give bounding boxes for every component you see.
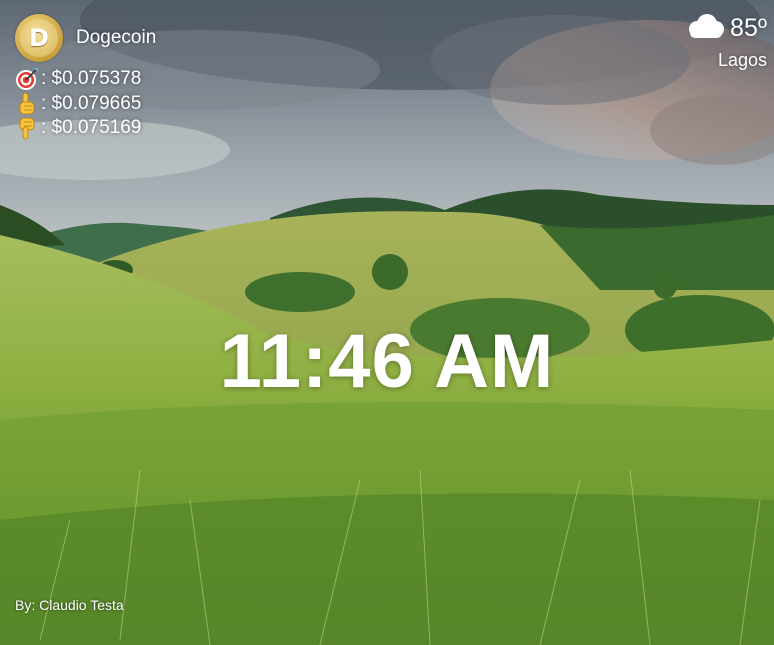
new-tab-dashboard: D Dogecoin : $0.075378: $0.079665: $0.… (0, 0, 774, 645)
cloud-icon (684, 13, 726, 44)
weather-widget[interactable]: 85º Lagos (684, 13, 767, 71)
temperature: 85º (730, 14, 767, 42)
hand-down-icon (15, 116, 39, 140)
dogecoin-logo-icon[interactable]: D (15, 14, 63, 62)
high-price-row: : $0.079665 (15, 92, 156, 117)
target-icon (15, 67, 39, 91)
high-price: : $0.079665 (41, 92, 142, 114)
current-price: : $0.075378 (41, 68, 142, 90)
low-price: : $0.075169 (41, 117, 142, 139)
hand-up-icon (15, 92, 39, 116)
price-list: : $0.075378 : $0.079665: $0.075169 (15, 67, 156, 141)
coin-name[interactable]: Dogecoin (76, 27, 156, 49)
weather-summary: 85º (684, 13, 767, 44)
dogecoin-symbol: D (20, 19, 58, 57)
city-name: Lagos (717, 50, 767, 70)
low-price-row: : $0.075169 (15, 116, 156, 141)
crypto-widget: D Dogecoin : $0.075378: $0.079665: $0.… (15, 14, 156, 141)
photo-credit[interactable]: By: Claudio Testa (15, 597, 124, 613)
current-price-row: : $0.075378 (15, 67, 156, 92)
coin-header[interactable]: D Dogecoin (15, 14, 156, 62)
clock-time: 11:46 AM (219, 319, 555, 404)
